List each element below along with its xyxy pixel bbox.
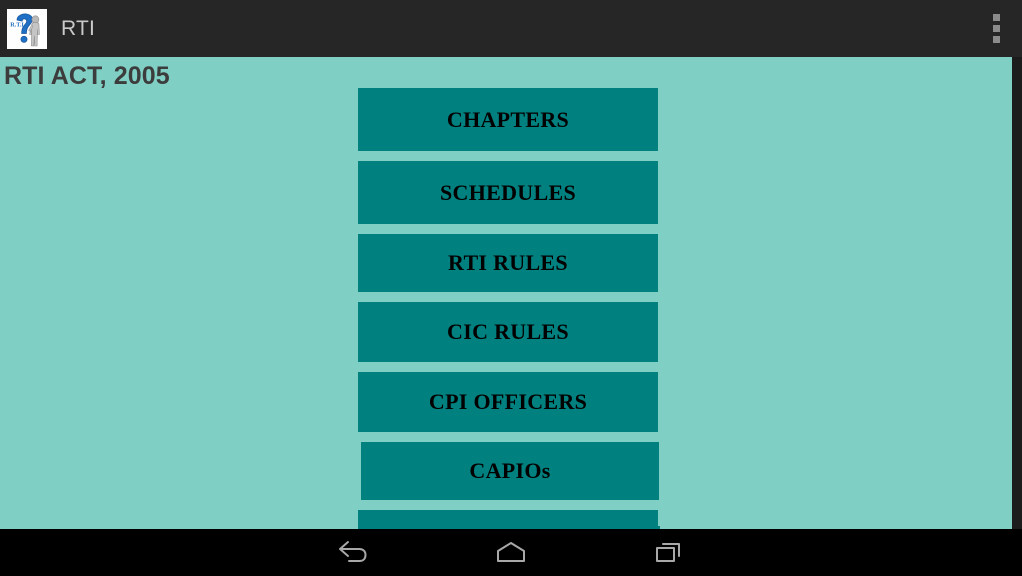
android-screen: R.T.I RTI RTI ACT, 2005 CHAPTERS SCHEDUL… xyxy=(0,0,1022,576)
content-area: RTI ACT, 2005 CHAPTERS SCHEDULES RTI RUL… xyxy=(0,57,1012,529)
overflow-dot xyxy=(992,14,1000,21)
cic-rules-button[interactable]: CIC RULES xyxy=(358,302,658,362)
app-title: RTI xyxy=(61,17,96,40)
home-icon[interactable] xyxy=(471,529,551,576)
overflow-dot xyxy=(992,25,1000,32)
right-edge-strip xyxy=(1012,57,1022,529)
rti-rules-button[interactable]: RTI RULES xyxy=(358,234,658,292)
back-arrow-icon[interactable] xyxy=(313,529,393,576)
schedules-button[interactable]: SCHEDULES xyxy=(358,161,658,224)
chapters-button[interactable]: CHAPTERS xyxy=(358,88,658,151)
page-title: RTI ACT, 2005 xyxy=(4,62,170,90)
cpi-officers-button[interactable]: CPI OFFICERS xyxy=(358,372,658,432)
capios-button[interactable]: CAPIOs xyxy=(361,442,659,500)
rti-question-mark-icon: R.T.I xyxy=(7,8,47,49)
overflow-menu-icon[interactable] xyxy=(970,0,1022,57)
recent-apps-icon[interactable] xyxy=(629,529,709,576)
svg-text:R.T.I: R.T.I xyxy=(10,21,24,28)
overflow-dot xyxy=(992,36,1000,43)
action-bar: R.T.I RTI xyxy=(0,0,1022,57)
menu-button-list: CHAPTERS SCHEDULES RTI RULES CIC RULES C… xyxy=(0,88,1012,529)
android-navigation-bar xyxy=(0,529,1022,576)
